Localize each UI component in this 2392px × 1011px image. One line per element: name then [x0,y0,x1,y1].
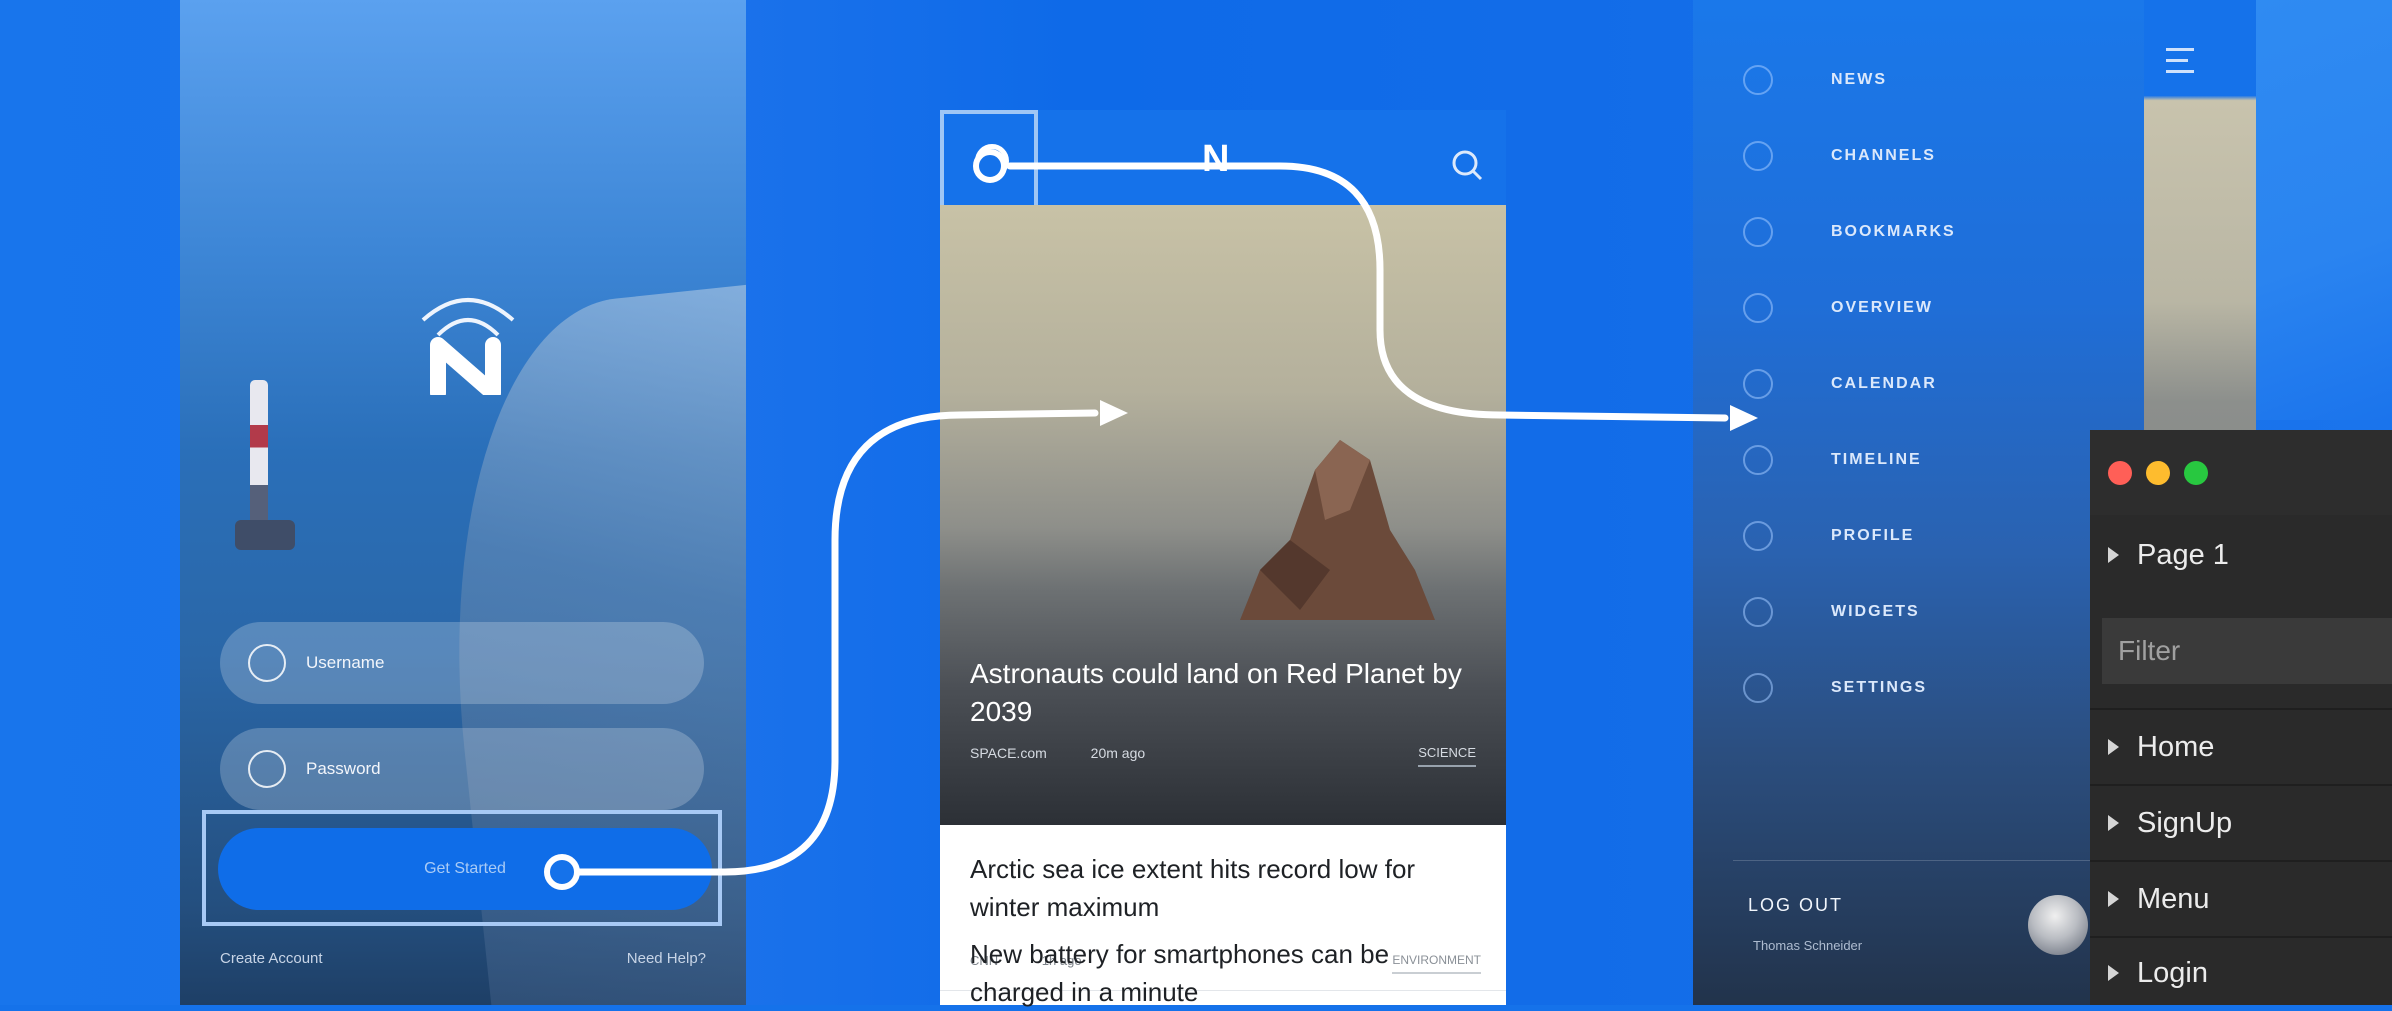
zoom-window-icon[interactable] [2184,461,2208,485]
layer-item-home[interactable]: Home [2090,710,2392,784]
window-titlebar [2090,430,2392,515]
disclosure-triangle-icon [2108,547,2119,563]
prototype-panel-window: Page 1 Home SignUp Menu Login [2090,430,2392,1005]
disclosure-triangle-icon [2108,815,2119,831]
filter-field[interactable] [2102,618,2392,684]
filter-input[interactable] [2102,618,2392,684]
disclosure-triangle-icon [2108,739,2119,755]
layer-item-menu[interactable]: Menu [2090,862,2392,936]
page-selector[interactable]: Page 1 [2090,518,2392,592]
disclosure-triangle-icon [2108,891,2119,907]
close-window-icon[interactable] [2108,461,2132,485]
page-label: Page 1 [2137,538,2229,571]
layer-item-signup[interactable]: SignUp [2090,786,2392,860]
layer-item-login[interactable]: Login [2090,936,2392,1010]
disclosure-triangle-icon [2108,965,2119,981]
minimize-window-icon[interactable] [2146,461,2170,485]
flow-arrows [544,149,1758,890]
